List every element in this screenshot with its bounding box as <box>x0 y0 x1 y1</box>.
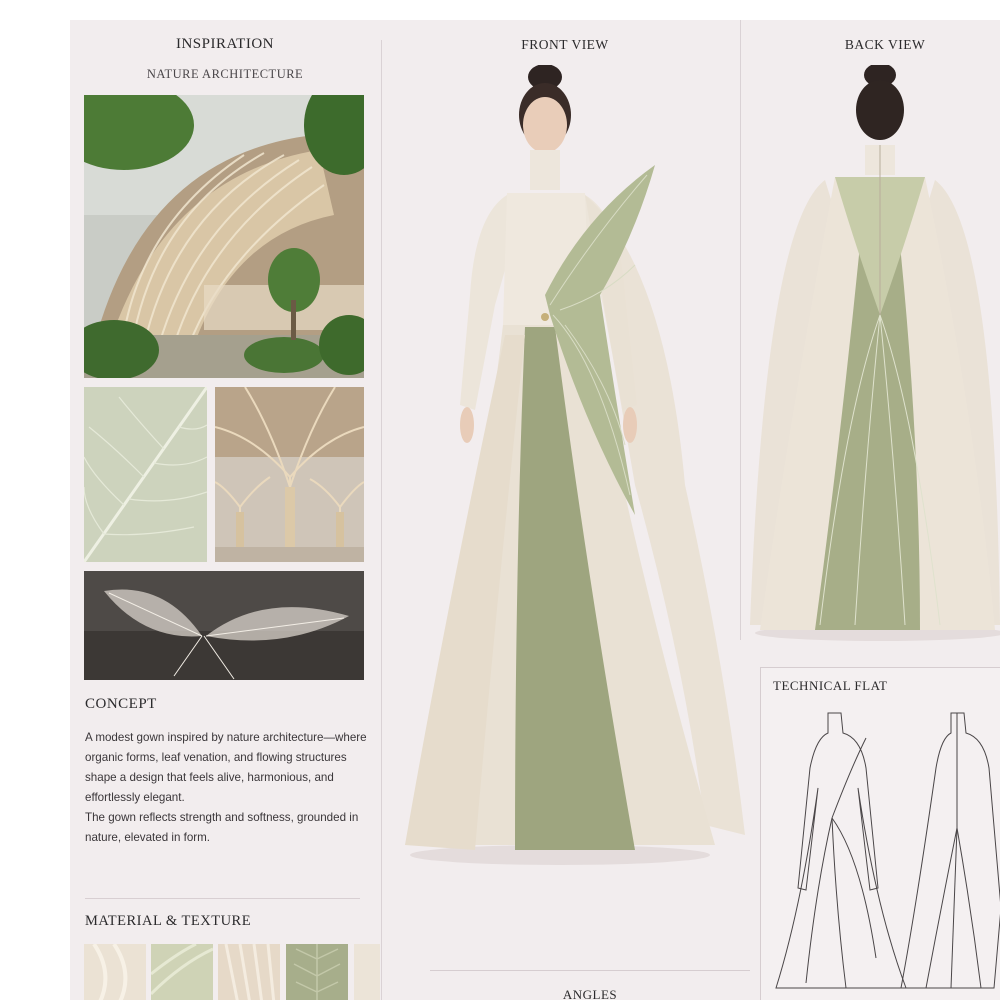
front-view-illustration <box>385 65 755 870</box>
design-board: INSPIRATION NATURE ARCHITECTURE CONCEPT … <box>70 20 1000 1000</box>
divider <box>85 898 360 899</box>
swatch-pleated-chiffon <box>218 944 280 1000</box>
angles-title: ANGLES <box>562 987 618 1000</box>
column-divider <box>381 40 382 1000</box>
back-view-label: BACK VIEW <box>844 37 926 52</box>
concept-text: A modest gown inspired by nature archite… <box>85 728 370 848</box>
concept-title: CONCEPT <box>85 696 157 712</box>
inspiration-column: INSPIRATION NATURE ARCHITECTURE CONCEPT … <box>70 20 380 1000</box>
skeleton-leaf-photo <box>84 571 364 680</box>
tree-column-photo <box>215 387 364 562</box>
back-view-illustration <box>745 65 1000 645</box>
material-title: MATERIAL & TEXTURE <box>85 913 252 929</box>
inspiration-subtitle: NATURE ARCHITECTURE <box>146 67 304 81</box>
inspiration-title: INSPIRATION <box>175 36 274 52</box>
technical-flat-panel: TECHNICAL FLAT <box>760 667 1000 1000</box>
swatch-sage-organza <box>151 944 213 1000</box>
technical-flat-title: TECHNICAL FLAT <box>773 678 888 693</box>
swatch-satin <box>354 944 380 1000</box>
technical-flat-drawing <box>766 708 1000 1000</box>
leaf-vein-photo <box>84 387 207 562</box>
concept-paragraph: The gown reflects strength and softness,… <box>85 811 359 844</box>
angles-panel: ANGLES <box>430 970 750 1000</box>
swatch-ivory-silk <box>84 944 146 1000</box>
swatch-leaf-embroidery <box>286 944 348 1000</box>
concept-paragraph: A modest gown inspired by nature archite… <box>85 731 367 804</box>
architecture-photo <box>84 95 364 378</box>
front-view-label: FRONT VIEW <box>521 37 609 52</box>
